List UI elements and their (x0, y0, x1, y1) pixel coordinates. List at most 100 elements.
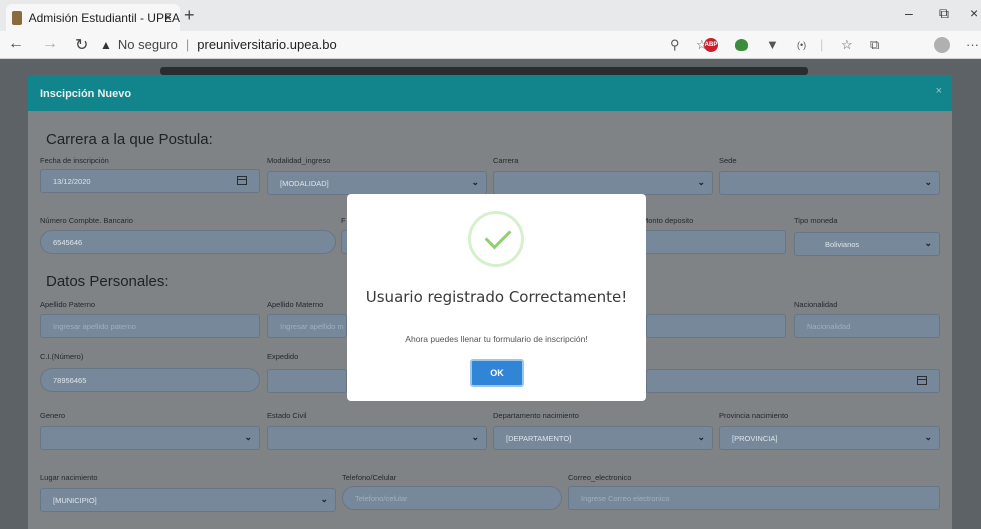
ap-paterno-placeholder: Ingresar apellido paterno (53, 321, 136, 331)
correo-input[interactable]: Ingrese Correo electronico (568, 486, 940, 510)
url-separator: | (185, 37, 190, 52)
site-favicon-icon (12, 10, 22, 25)
carrera-label: Carrera (493, 156, 519, 165)
nacionalidad-input[interactable]: Nacionalidad (794, 314, 940, 338)
chevron-down-icon: ⌄ (471, 432, 479, 442)
url-text: preuniversitario.upea.bo (197, 37, 337, 52)
profile-avatar[interactable] (934, 37, 950, 53)
moneda-value: Bolivianos (825, 239, 860, 249)
ap-paterno-input[interactable]: Ingresar apellido paterno (40, 314, 260, 338)
genero-label: Genero (40, 411, 66, 420)
lugar-label: Lugar nacimiento (40, 473, 98, 482)
favorites-icon[interactable]: ☆ (841, 37, 853, 53)
provincia-label: Provincia nacimiento (719, 411, 789, 420)
section-career-title: Carrera a la que Postula: (46, 131, 213, 148)
correo-label: Correo_electronico (568, 473, 632, 482)
extension-icon[interactable] (735, 39, 748, 51)
back-icon[interactable]: ← (8, 35, 24, 53)
modalidad-value: [MODALIDAD] (280, 178, 329, 188)
provincia-select[interactable]: [PROVINCIA] ⌄ (719, 426, 940, 450)
compbte-input[interactable]: 6545646 (40, 230, 336, 254)
ap-paterno-label: Apellido Paterno (40, 300, 96, 309)
ap-materno-input[interactable]: Ingresar apellido m (267, 314, 347, 338)
zoom-icon[interactable]: ⚲ (670, 37, 680, 53)
browser-tab[interactable]: Admisión Estudiantil - UPEA × (6, 4, 180, 31)
monto-input[interactable] (640, 230, 786, 254)
sede-label: Sede (719, 156, 737, 165)
sede-select[interactable]: ⌄ (719, 171, 940, 195)
nacionalidad-label: Nacionalidad (794, 300, 838, 309)
reload-icon[interactable]: ↻ (75, 35, 88, 55)
f-label-partial: F (341, 216, 346, 225)
fecha-nacimiento-input[interactable] (646, 369, 940, 393)
browser-tabbar: Admisión Estudiantil - UPEA × + – ⧉ × (0, 0, 981, 31)
read-aloud-icon[interactable]: (•) (797, 40, 806, 50)
section-personal-title: Datos Personales: (46, 273, 169, 290)
modal-title: Inscipción Nuevo (40, 88, 132, 100)
chevron-down-icon: ⌄ (697, 177, 705, 187)
moneda-label: Tipo moneda (794, 216, 838, 225)
chevron-down-icon: ⌄ (924, 177, 932, 187)
checkmark-icon (484, 222, 512, 250)
chevron-down-icon: ⌄ (244, 432, 252, 442)
address-bar: ← → ↻ ▲ No seguro | preuniversitario.upe… (0, 31, 981, 59)
security-label: No seguro (117, 37, 178, 52)
fecha-value: 13/12/2020 (53, 176, 91, 186)
vpn-extension-icon[interactable]: ▼ (766, 37, 779, 52)
tab-title: Admisión Estudiantil - UPEA (28, 10, 180, 25)
modal-header: Inscipción Nuevo × (28, 75, 952, 111)
compbte-label: Número Compbte. Bancario (40, 216, 133, 225)
estado-civil-select[interactable]: ⌄ (267, 426, 487, 450)
more-menu-icon[interactable]: ··· (966, 37, 979, 52)
depto-select[interactable]: [DEPARTAMENTO] ⌄ (493, 426, 713, 450)
minimize-button[interactable]: – (905, 5, 913, 21)
telefono-input[interactable]: Telefono/celular (342, 486, 562, 510)
depto-value: [DEPARTAMENTO] (506, 433, 572, 443)
chevron-down-icon: ⌄ (924, 432, 932, 442)
restore-button[interactable]: ⧉ (939, 5, 949, 22)
fecha-input[interactable]: 13/12/2020 (40, 169, 260, 193)
modal-close-icon[interactable]: × (936, 85, 942, 97)
url-field[interactable]: ▲ No seguro | preuniversitario.upea.bo (100, 37, 337, 52)
adblock-icon[interactable]: ABP (704, 38, 718, 52)
lugar-value: [MUNICIPIO] (53, 495, 97, 505)
new-tab-button[interactable]: + (184, 6, 195, 24)
correo-placeholder: Ingrese Correo electronico (581, 493, 670, 503)
calendar-icon[interactable] (237, 176, 247, 185)
fecha-label: Fecha de inscripción (40, 156, 109, 165)
chevron-down-icon: ⌄ (924, 238, 932, 248)
forward-icon[interactable]: → (42, 35, 58, 53)
telefono-placeholder: Telefono/celular (355, 493, 408, 503)
nombres-input[interactable] (646, 314, 786, 338)
estado-civil-label: Estado Civil (267, 411, 307, 420)
alert-title: Usuario registrado Correctamente! (365, 288, 628, 306)
expedido-label: Expedido (267, 352, 299, 361)
page-top-strip (160, 67, 808, 75)
modalidad-select[interactable]: [MODALIDAD] ⌄ (267, 171, 487, 195)
genero-select[interactable]: ⌄ (40, 426, 260, 450)
depto-label: Departamento nacimiento (493, 411, 579, 420)
lugar-select[interactable]: [MUNICIPIO] ⌄ (40, 488, 336, 512)
ci-label: C.I.(Número) (40, 352, 84, 361)
expedido-select[interactable] (267, 369, 347, 393)
moneda-select[interactable]: Bolivianos ⌄ (794, 232, 940, 256)
ci-value: 78956465 (53, 375, 87, 385)
ap-materno-label: Apellido Materno (267, 300, 324, 309)
success-check-icon (468, 211, 524, 267)
toolbar-divider: | (820, 37, 824, 52)
calendar-icon[interactable] (917, 376, 927, 385)
provincia-value: [PROVINCIA] (732, 433, 778, 443)
warning-icon: ▲ (100, 37, 112, 52)
ci-input[interactable]: 78956465 (40, 368, 260, 392)
chevron-down-icon: ⌄ (471, 177, 479, 187)
ok-button[interactable]: OK (470, 359, 524, 387)
collections-icon[interactable]: ⧉ (870, 37, 879, 53)
alert-text: Ahora puedes llenar tu formulario de ins… (405, 334, 588, 344)
modalidad-label: Modalidad_ingreso (267, 156, 331, 165)
chevron-down-icon: ⌄ (320, 494, 328, 504)
tab-close-icon[interactable]: × (164, 9, 172, 25)
page-scrollbar[interactable] (971, 59, 981, 529)
nacionalidad-placeholder: Nacionalidad (807, 321, 851, 331)
window-close-button[interactable]: × (970, 5, 978, 21)
carrera-select[interactable]: ⌄ (493, 171, 713, 195)
